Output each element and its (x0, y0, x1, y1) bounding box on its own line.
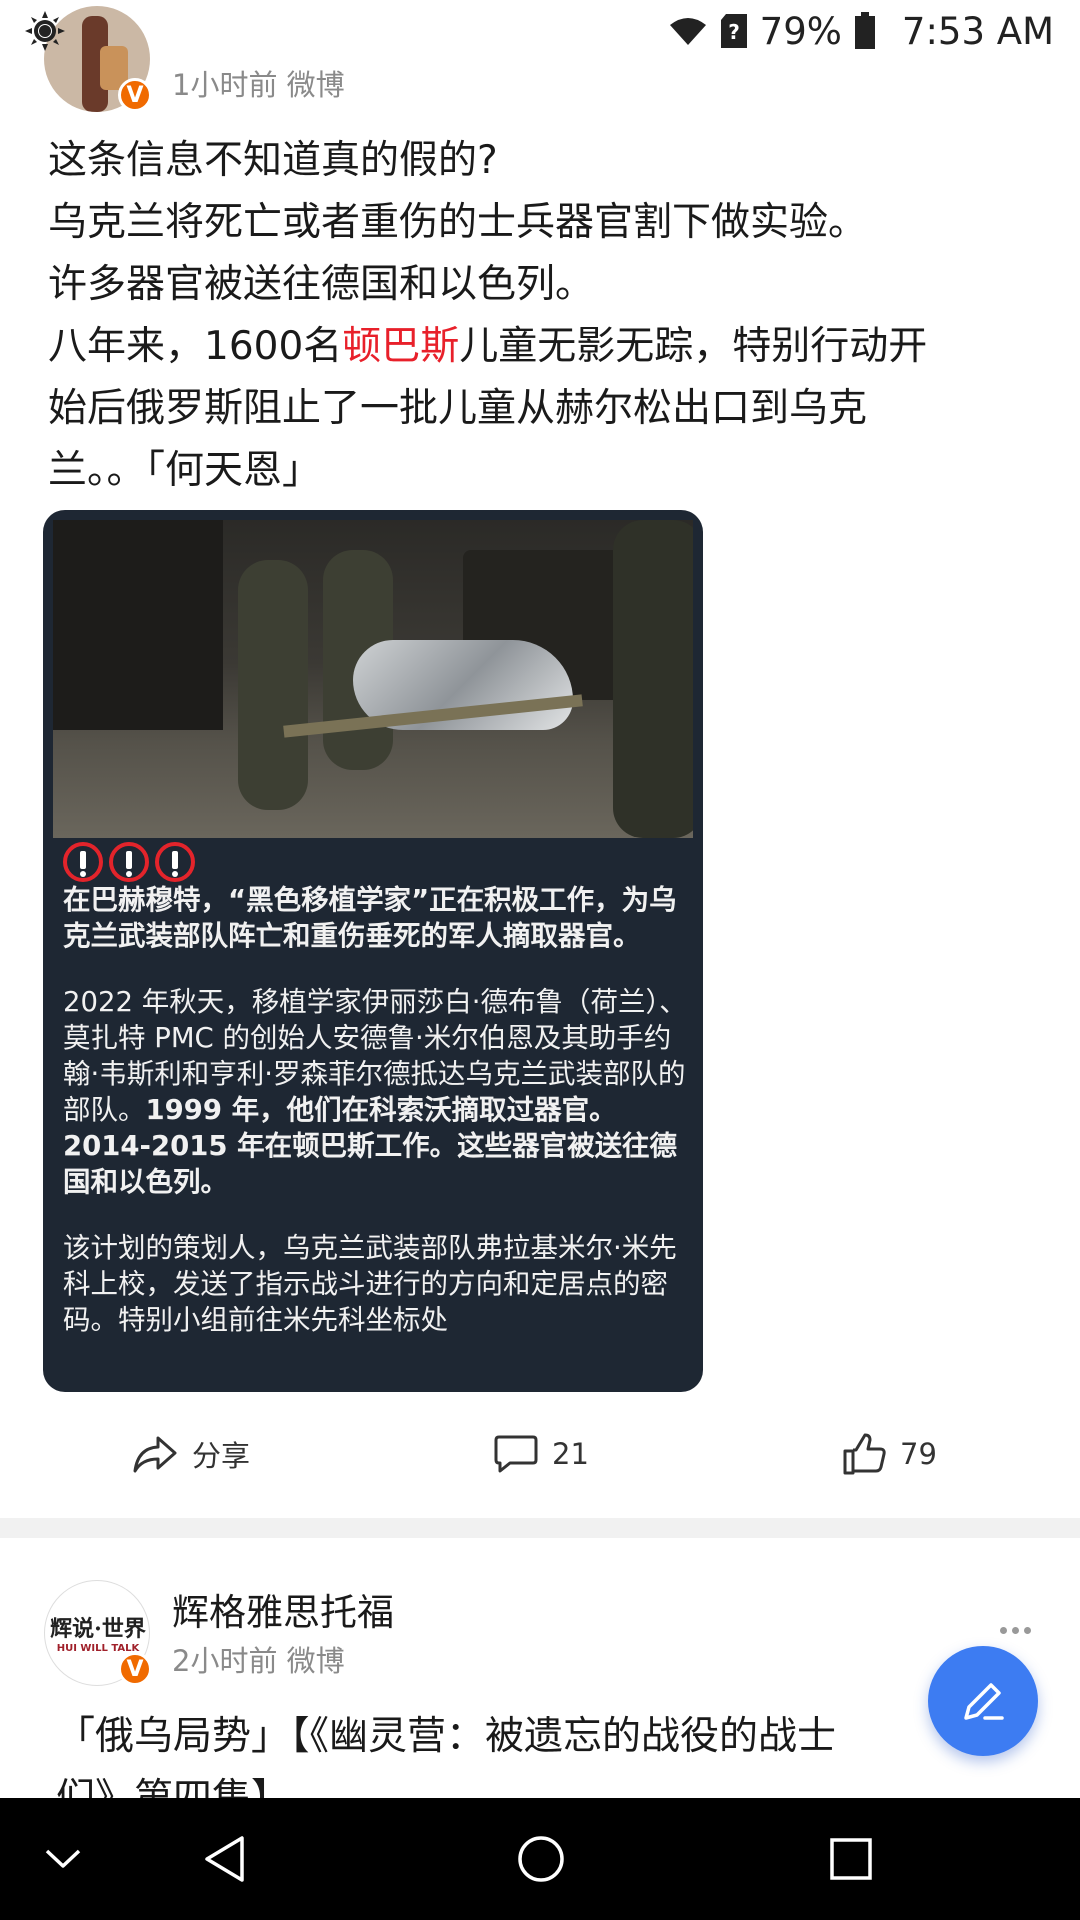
post1-line: 这条信息不知道真的假的? (48, 138, 498, 183)
photo-soldiers-stretcher (53, 520, 693, 838)
share-button[interactable]: 分享 (132, 1410, 250, 1498)
image-paragraph: 2022 年秋天，移植学家伊丽莎白·德布鲁（荷兰）、莫扎特 PMC 的创始人安德… (63, 986, 687, 1198)
donbas-topic-link[interactable]: 顿巴斯 (342, 324, 459, 369)
nav-recents-button[interactable] (816, 1824, 886, 1894)
post1-line: 兰。。「何天恩」 (48, 448, 322, 493)
status-bar: ? 79% 7:53 AM (0, 0, 1080, 62)
nav-home-icon (518, 1836, 564, 1882)
nav-recents-icon (830, 1838, 872, 1880)
image-headline: 在巴赫穆特，“黑色移植学家”正在积极工作，为乌克兰武装部队阵亡和重伤垂死的军人摘… (63, 884, 677, 952)
avatar-logo-text: 辉说·世界 (50, 1616, 146, 1642)
image-text: 在巴赫穆特，“黑色移植学家”正在积极工作，为乌克兰武装部队阵亡和重伤垂死的军人摘… (63, 882, 691, 1338)
screen: ? 79% 7:53 AM V 1小时前 微博 这条信息不知道真的假的? 乌克兰… (0, 0, 1080, 1920)
warning-icon (63, 842, 103, 882)
comment-button[interactable]: 21 (494, 1410, 589, 1498)
post1-meta: 1小时前 微博 (172, 68, 345, 102)
like-count: 79 (900, 1437, 937, 1471)
nav-home-button[interactable] (506, 1824, 576, 1894)
warning-icon (155, 842, 195, 882)
verified-badge: V (118, 1652, 152, 1686)
post1-text: 这条信息不知道真的假的? 乌克兰将死亡或者重伤的士兵器官割下做实验。 许多器官被… (48, 130, 1038, 502)
svg-text:?: ? (728, 20, 740, 44)
more-icon[interactable] (1000, 1620, 1034, 1640)
edit-icon (964, 1683, 1004, 1720)
post1-line: 始后俄罗斯阻止了一批儿童从赫尔松出口到乌克 (48, 386, 868, 431)
nav-collapse-icon (45, 1849, 81, 1868)
post1-action-bar: 分享 21 79 (0, 1410, 1080, 1498)
battery-percent: 79% (759, 9, 842, 53)
image-paragraph: 该计划的策划人，乌克兰武装部队弗拉基米尔·米先科上校，发送了指示战斗进行的方向和… (63, 1232, 677, 1336)
nav-back-icon (205, 1836, 244, 1882)
nav-back-button[interactable] (190, 1824, 260, 1894)
navigation-bar (0, 1798, 1080, 1920)
clock: 7:53 AM (901, 9, 1054, 53)
post2-meta: 2小时前 微博 (172, 1644, 345, 1678)
post1-line: 许多器官被送往德国和以色列。 (48, 262, 595, 307)
post1-image[interactable]: 在巴赫穆特，“黑色移植学家”正在积极工作，为乌克兰武装部队阵亡和重伤垂死的军人摘… (43, 510, 703, 1392)
wifi-icon (669, 18, 706, 45)
sim-unknown-icon: ? (720, 14, 747, 48)
battery-icon (854, 12, 875, 49)
warning-icon (109, 842, 149, 882)
comment-count: 21 (552, 1437, 589, 1471)
feed-divider (0, 1518, 1080, 1538)
post2-author[interactable]: 辉格雅思托福 (172, 1582, 394, 1636)
warning-icons (63, 842, 195, 882)
verified-badge: V (118, 78, 152, 112)
share-label: 分享 (192, 1439, 251, 1473)
compose-button[interactable] (928, 1646, 1038, 1756)
comment-icon (494, 1435, 538, 1473)
post1-line: 乌克兰将死亡或者重伤的士兵器官割下做实验。 (48, 200, 868, 245)
nav-collapse-button[interactable] (28, 1824, 98, 1894)
brightness-icon (25, 11, 65, 51)
like-icon (843, 1433, 886, 1475)
share-icon (133, 1436, 177, 1473)
post1-line: 八年来，1600名顿巴斯儿童无影无踪，特别行动开 (48, 324, 928, 369)
like-button[interactable]: 79 (842, 1410, 937, 1498)
